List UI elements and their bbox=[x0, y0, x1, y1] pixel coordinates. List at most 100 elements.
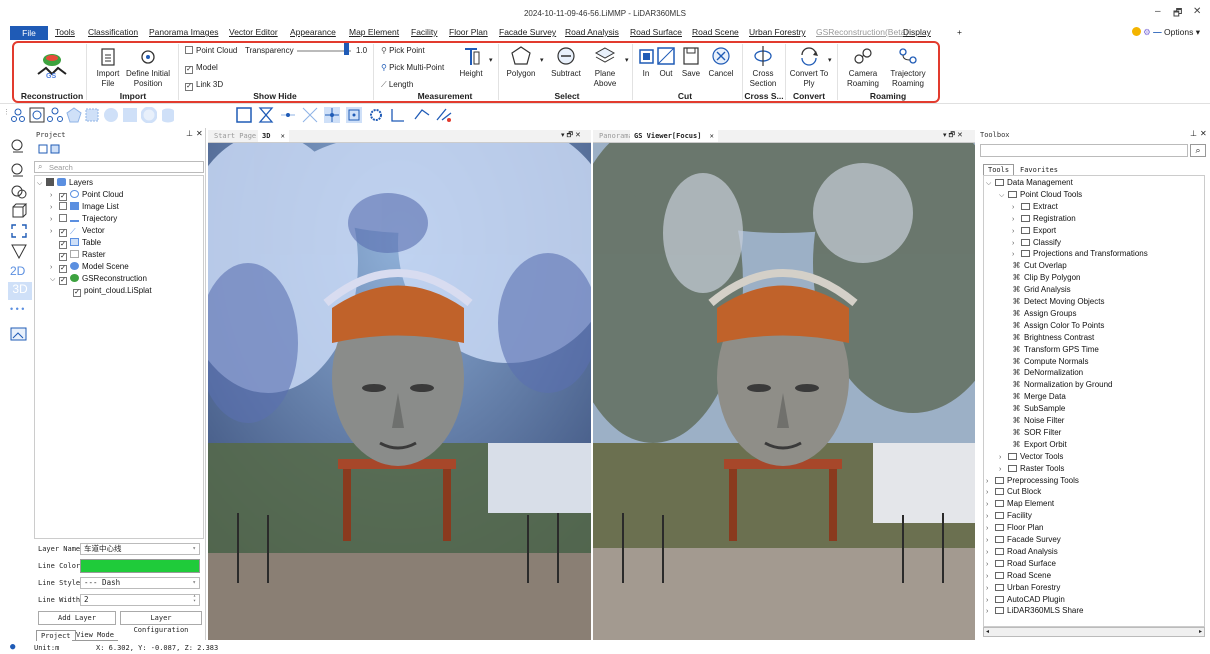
search-icon[interactable]: ⌕ bbox=[1190, 144, 1206, 157]
cube-icon[interactable] bbox=[10, 203, 28, 219]
view-3d-button[interactable]: 3D bbox=[8, 282, 32, 300]
toolbox-tree-item[interactable]: › Preprocessing Tools bbox=[986, 475, 1079, 487]
toolbox-tree-item[interactable]: › Facility bbox=[986, 510, 1032, 522]
menu-map-element[interactable]: Map Element bbox=[349, 27, 399, 37]
tree-row-vector[interactable]: › ✓ ⟋ Vector bbox=[50, 225, 105, 237]
point-cloud-checkbox[interactable]: Point Cloud bbox=[185, 46, 237, 55]
toolbox-tree-item[interactable]: ⌘ Cut Overlap bbox=[1012, 260, 1067, 272]
toolbox-tree-item[interactable]: ⌘ Detect Moving Objects bbox=[1012, 296, 1105, 308]
menu-panorama-images[interactable]: Panorama Images bbox=[149, 27, 218, 37]
tree-row-raster[interactable]: ✓ Raster bbox=[59, 249, 106, 261]
toolbox-tree-item[interactable]: › Cut Block bbox=[986, 486, 1041, 498]
gear-snap-icon[interactable] bbox=[368, 107, 384, 123]
toolbox-tree-item[interactable]: ⌘ Clip By Polygon bbox=[1012, 272, 1081, 284]
toolbox-tree-item[interactable]: › Road Analysis bbox=[986, 546, 1058, 558]
camera-roaming-icon[interactable] bbox=[852, 45, 874, 67]
scroll-left-icon[interactable]: ◂ bbox=[986, 628, 989, 635]
menu-classification[interactable]: Classification bbox=[88, 27, 138, 37]
toolbox-tree-item[interactable]: ⌘ Noise Filter bbox=[1012, 415, 1065, 427]
help-icon[interactable] bbox=[1131, 27, 1141, 36]
toolbox-tree-item[interactable]: ⌘ Grid Analysis bbox=[1012, 284, 1071, 296]
tree-select-icon[interactable] bbox=[29, 107, 45, 123]
subtract-icon[interactable] bbox=[555, 45, 577, 67]
tree-row-point-cloud[interactable]: › ✓ Point Cloud bbox=[50, 189, 123, 201]
define-position-icon[interactable] bbox=[139, 47, 157, 67]
chevron-down-icon[interactable]: ⌵ bbox=[37, 178, 46, 190]
polygon-button[interactable]: Polygon bbox=[503, 69, 539, 79]
layer-tree-icon[interactable] bbox=[10, 138, 28, 154]
menu-display[interactable]: Display bbox=[903, 27, 931, 37]
cancel-icon[interactable] bbox=[710, 45, 732, 67]
toolbox-tree-item[interactable]: › Extract bbox=[1012, 201, 1058, 213]
tree-row-trajectory[interactable]: › Trajectory bbox=[50, 213, 117, 225]
menu-road-analysis[interactable]: Road Analysis bbox=[565, 27, 619, 37]
checkbox-checked-icon[interactable]: ✓ bbox=[59, 277, 67, 285]
tree-multi-icon[interactable] bbox=[47, 107, 63, 123]
snap-point-icon[interactable] bbox=[324, 107, 340, 123]
checkbox-checked-icon[interactable]: ✓ bbox=[59, 193, 67, 201]
cut-out-icon[interactable] bbox=[656, 45, 676, 67]
toolbox-tree-item[interactable]: › Export bbox=[1012, 225, 1056, 237]
toolbox-tree-item[interactable]: › Classify bbox=[1012, 237, 1061, 249]
height-button[interactable]: Height bbox=[456, 69, 486, 79]
toolbox-tree-item[interactable]: › Raster Tools bbox=[999, 463, 1064, 475]
chevron-down-icon[interactable]: ▾ bbox=[1196, 27, 1200, 37]
menu-facade-survey[interactable]: Facade Survey bbox=[499, 27, 556, 37]
line-width-spinner[interactable]: 2 ▴ ▾ bbox=[80, 594, 200, 606]
toolbox-tree-item[interactable]: ⌘ SOR Filter bbox=[1012, 427, 1062, 439]
circle-icon[interactable] bbox=[103, 107, 119, 123]
line-erase-icon[interactable] bbox=[436, 107, 452, 123]
toolbox-tree-item[interactable]: ⌘ Normalization by Ground bbox=[1012, 379, 1113, 391]
chevron-right-icon[interactable]: › bbox=[50, 226, 59, 238]
polyline-icon[interactable] bbox=[414, 107, 430, 123]
tree-row-table[interactable]: ✓ Table bbox=[59, 237, 101, 249]
toolbox-search-input[interactable] bbox=[980, 144, 1188, 157]
toolbox-tree-item[interactable]: ⌘ Transform GPS Time bbox=[1012, 344, 1099, 356]
plane-above-icon[interactable] bbox=[593, 45, 617, 67]
maximize-button[interactable]: 🗗 bbox=[1173, 6, 1182, 23]
toolbox-tree-item[interactable]: ⌘ Assign Groups bbox=[1012, 308, 1077, 320]
scroll-right-icon[interactable]: ▸ bbox=[1199, 628, 1202, 635]
pin-icon[interactable]: ⊥ bbox=[186, 129, 193, 138]
checkbox-icon[interactable] bbox=[59, 202, 67, 210]
cross-section-icon[interactable] bbox=[752, 45, 774, 67]
convert-to-ply-button[interactable]: Convert To Ply bbox=[786, 69, 832, 89]
close-button[interactable]: ✕ bbox=[1193, 6, 1201, 17]
toolbox-tree-item[interactable]: › AutoCAD Plugin bbox=[986, 594, 1065, 606]
transparency-slider[interactable] bbox=[297, 50, 351, 52]
horizontal-scrollbar[interactable]: ◂ ▸ bbox=[983, 627, 1205, 637]
image-icon[interactable] bbox=[10, 326, 28, 342]
cross-section-button[interactable]: Cross Section bbox=[745, 69, 781, 89]
toolbox-tree-item[interactable]: › Map Element bbox=[986, 498, 1054, 510]
toolbox-tree-item[interactable]: › Floor Plan bbox=[986, 522, 1043, 534]
cut-in-icon[interactable] bbox=[636, 45, 656, 67]
menu-appearance[interactable]: Appearance bbox=[290, 27, 336, 37]
chevron-down-icon[interactable]: ▾ bbox=[828, 56, 832, 64]
menu-tools[interactable]: Tools bbox=[55, 27, 75, 37]
menu-facility[interactable]: Facility bbox=[411, 27, 437, 37]
cut-out-button[interactable]: Out bbox=[656, 69, 676, 79]
add-tab-button[interactable]: + bbox=[957, 27, 962, 37]
length-button[interactable]: ⟋ Length bbox=[381, 80, 413, 90]
line-style-select[interactable]: --- Dash ▾ bbox=[80, 577, 200, 589]
toolbox-tree-item[interactable]: › Urban Forestry bbox=[986, 582, 1060, 594]
point-cloud-3d-view[interactable] bbox=[208, 143, 591, 640]
cross-lines-icon[interactable] bbox=[302, 107, 318, 123]
pick-multi-point-button[interactable]: ⚲ Pick Multi-Point bbox=[381, 63, 444, 72]
tab-3d[interactable]: 3D ✕ bbox=[258, 130, 289, 142]
define-initial-position-button[interactable]: Define Initial Position bbox=[122, 69, 174, 89]
snap-center-icon[interactable] bbox=[346, 107, 362, 123]
tab-start-page[interactable]: Start Page bbox=[210, 130, 260, 142]
menu-road-scene[interactable]: Road Scene bbox=[692, 27, 739, 37]
more-icon[interactable]: • • • bbox=[10, 304, 24, 314]
checkbox-checked-icon[interactable]: ✓ bbox=[59, 241, 67, 249]
cut-save-button[interactable]: Save bbox=[679, 69, 703, 79]
menu-floor-plan[interactable]: Floor Plan bbox=[449, 27, 488, 37]
toolbox-tree-item[interactable]: ⌘ Assign Color To Points bbox=[1012, 320, 1105, 332]
checkbox-icon[interactable] bbox=[59, 214, 67, 222]
pentagon-icon[interactable] bbox=[66, 107, 82, 123]
camera-roaming-button[interactable]: Camera Roaming bbox=[842, 69, 884, 89]
menu-road-surface[interactable]: Road Surface bbox=[630, 27, 682, 37]
convert-ply-icon[interactable] bbox=[798, 45, 820, 67]
chevron-down-icon[interactable]: ⌵ bbox=[986, 178, 995, 190]
